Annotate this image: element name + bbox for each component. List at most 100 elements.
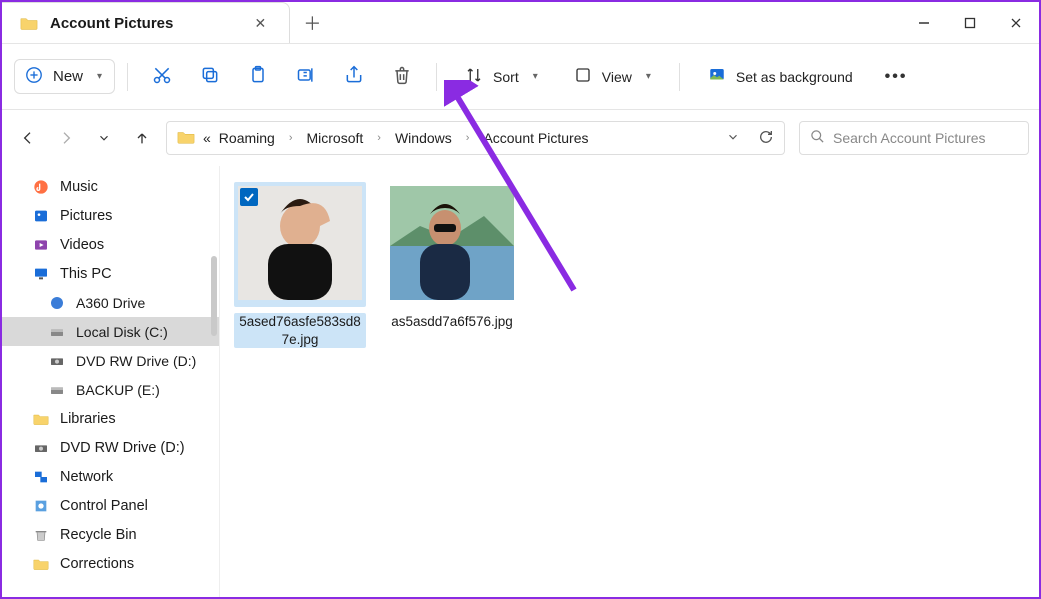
sidebar-item-dvd-rw-drive-d-[interactable]: DVD RW Drive (D:) [2,433,219,462]
rename-button[interactable] [284,57,328,97]
crumb-3[interactable]: Account Pictures [483,130,588,146]
sidebar-item-corrections[interactable]: Corrections [2,549,219,578]
address-row: « Roaming› Microsoft› Windows› Account P… [2,110,1039,166]
dvd-icon [48,352,66,370]
copy-icon [200,65,220,88]
nav-back-button[interactable] [18,130,38,146]
chevron-down-icon: ▾ [97,71,102,82]
folder-icon [32,555,50,573]
nav-up-button[interactable] [132,130,152,146]
paste-button[interactable] [236,57,280,97]
sidebar-item-backup-e-[interactable]: BACKUP (E:) [2,375,219,404]
minimize-button[interactable] [901,2,947,43]
crumb-0[interactable]: Roaming [219,130,275,146]
file-item[interactable]: 5ased76asfe583sd87e.jpg [234,182,366,348]
sidebar-item-videos[interactable]: Videos [2,230,219,259]
network-icon [32,468,50,486]
sidebar-item-a360-drive[interactable]: A360 Drive [2,288,219,317]
delete-button[interactable] [380,57,424,97]
chevron-down-icon: ▾ [533,71,538,82]
maximize-button[interactable] [947,2,993,43]
share-button[interactable] [332,57,376,97]
sidebar-item-music[interactable]: Music [2,172,219,201]
search-box[interactable] [799,121,1029,155]
sidebar-item-dvd-rw-drive-d-[interactable]: DVD RW Drive (D:) [2,346,219,375]
sidebar-item-label: Pictures [60,208,112,224]
nav-forward-button[interactable] [56,130,76,146]
sidebar-item-label: DVD RW Drive (D:) [76,353,196,369]
disk-icon [48,323,66,341]
view-button[interactable]: View ▾ [558,57,667,97]
crumb-2[interactable]: Windows [395,130,452,146]
sort-icon [465,66,483,87]
copy-button[interactable] [188,57,232,97]
new-tab-button[interactable]: ＋ [290,2,334,43]
nav-sidebar: Music Pictures Videos This PC A360 Drive Loca… [2,166,220,597]
picture-icon [708,66,726,87]
address-bar[interactable]: « Roaming› Microsoft› Windows› Account P… [166,121,785,155]
crumb-overflow[interactable]: « [203,130,211,146]
sidebar-item-label: DVD RW Drive (D:) [60,440,185,456]
file-name: as5asdd7a6f576.jpg [386,313,518,331]
dvd-icon [32,439,50,457]
title-bar: Account Pictures ✕ ＋ [2,2,1039,44]
folder-icon [32,410,50,428]
more-icon: ••• [885,68,908,86]
more-button[interactable]: ••• [873,57,920,97]
close-button[interactable] [993,2,1039,43]
new-button[interactable]: New ▾ [14,59,115,94]
sidebar-item-this-pc[interactable]: This PC [2,259,219,288]
control-icon [32,497,50,515]
plus-circle-icon [25,66,43,87]
scissors-icon [152,65,172,88]
sidebar-item-label: Videos [60,237,104,253]
sort-label: Sort [493,69,519,85]
cut-button[interactable] [140,57,184,97]
window-tab[interactable]: Account Pictures ✕ [2,2,290,43]
folder-icon [20,16,38,30]
sidebar-item-libraries[interactable]: Libraries [2,404,219,433]
nav-recent-dropdown[interactable] [94,131,114,145]
search-input[interactable] [833,130,1018,146]
view-label: View [602,69,632,85]
toolbar: New ▾ Sort ▾ View ▾ Set as background ••… [2,44,1039,110]
refresh-button[interactable] [758,129,774,148]
sidebar-item-label: Libraries [60,411,116,427]
sidebar-item-recycle-bin[interactable]: Recycle Bin [2,520,219,549]
folder-icon [177,129,195,148]
sidebar-item-label: Recycle Bin [60,527,137,543]
set-background-label: Set as background [736,69,853,85]
file-name: 5ased76asfe583sd87e.jpg [234,313,366,348]
sidebar-item-pictures[interactable]: Pictures [2,201,219,230]
selected-check-icon [240,188,258,206]
crumb-1[interactable]: Microsoft [307,130,364,146]
disk-icon [48,381,66,399]
set-background-button[interactable]: Set as background [692,57,869,97]
sidebar-scrollbar[interactable] [211,256,217,336]
file-item[interactable]: as5asdd7a6f576.jpg [386,182,518,331]
sidebar-item-label: Network [60,469,113,485]
sort-button[interactable]: Sort ▾ [449,57,554,97]
sidebar-item-network[interactable]: Network [2,462,219,491]
sidebar-item-label: BACKUP (E:) [76,382,160,398]
a360-icon [48,294,66,312]
trash-icon [392,65,412,88]
tab-title: Account Pictures [50,15,233,32]
sidebar-item-label: A360 Drive [76,295,145,311]
pc-icon [32,265,50,283]
sidebar-item-label: This PC [60,266,112,282]
sidebar-item-label: Control Panel [60,498,148,514]
sidebar-item-label: Local Disk (C:) [76,324,168,340]
file-pane[interactable]: 5ased76asfe583sd87e.jpg as5asdd7a6f576.jp… [220,166,1039,597]
music-icon [32,178,50,196]
share-icon [344,65,364,88]
file-thumbnail [234,182,366,307]
new-button-label: New [53,68,83,85]
file-thumbnail [386,182,518,307]
sidebar-item-control-panel[interactable]: Control Panel [2,491,219,520]
address-dropdown[interactable] [726,130,740,147]
sidebar-item-label: Music [60,179,98,195]
chevron-down-icon: ▾ [646,71,651,82]
tab-close-button[interactable]: ✕ [245,15,275,32]
sidebar-item-local-disk-c-[interactable]: Local Disk (C:) [2,317,219,346]
